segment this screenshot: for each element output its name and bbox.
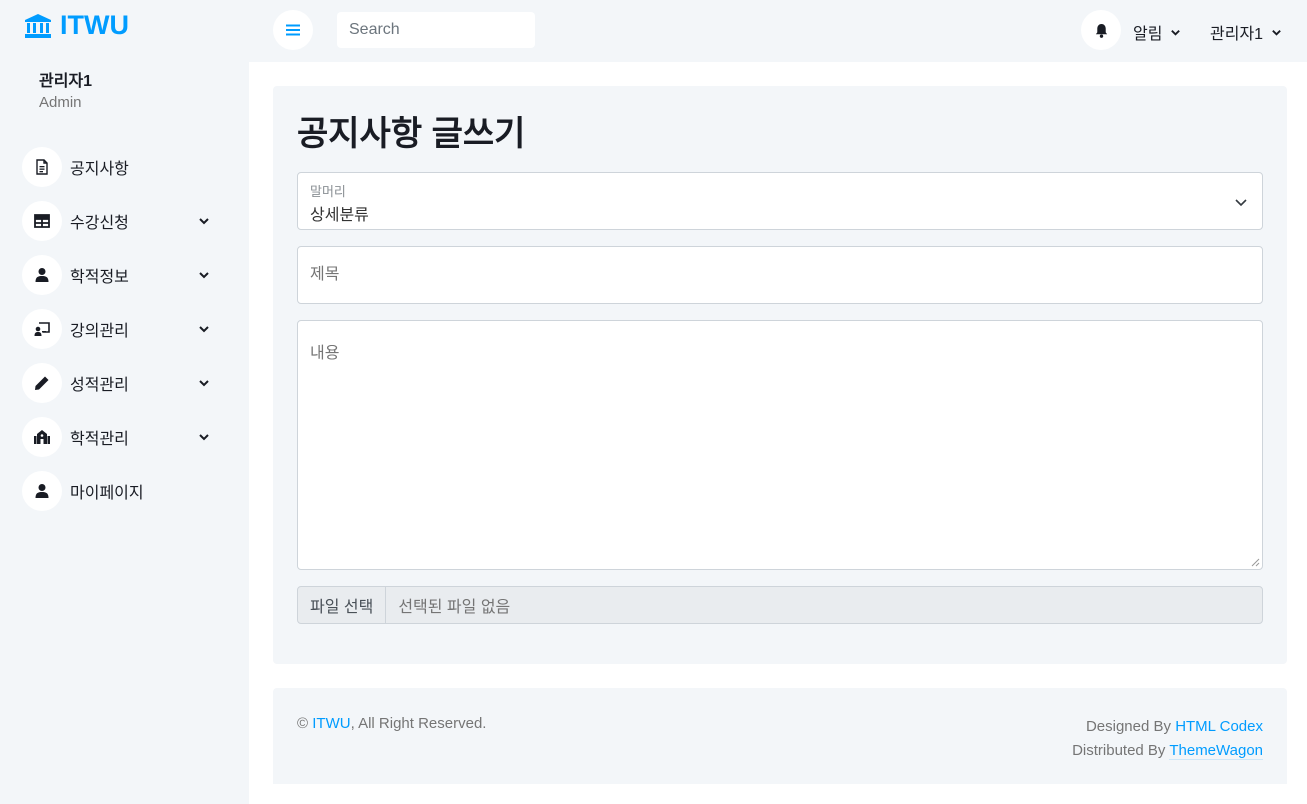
profile-role: Admin	[39, 94, 82, 111]
category-label: 말머리	[310, 184, 346, 199]
chevron-down-icon	[199, 380, 209, 387]
designed-by-label: Designed By	[1085, 718, 1172, 735]
sidebar-item-label: 수강신청	[70, 215, 129, 232]
brand-name: ITWU	[60, 10, 129, 40]
chevron-down-icon	[199, 434, 209, 441]
subject-field	[297, 246, 1263, 304]
sidebar-item-label: 학적관리	[70, 431, 129, 448]
footer-rights: , All Right Reserved.	[350, 715, 487, 732]
top-navbar: 알림 관리자1	[249, 0, 1307, 62]
file-input[interactable]: 파일 선택 선택된 파일 없음	[297, 586, 1263, 624]
notifications-dropdown[interactable]: 알림	[1133, 20, 1181, 44]
user-dropdown[interactable]: 관리자1	[1210, 20, 1282, 44]
notice-write-card: 공지사항 글쓰기 말머리 상세분류 파일 선택 선택된 파일 없음	[273, 86, 1287, 664]
chevron-down-icon	[1171, 29, 1181, 36]
search-input[interactable]	[337, 12, 535, 48]
subject-input[interactable]	[298, 247, 1262, 303]
page-title: 공지사항 글쓰기	[297, 115, 526, 153]
chevron-down-icon	[199, 218, 209, 225]
sidebar-item-label: 학적정보	[70, 269, 129, 286]
footer-brand-link[interactable]: ITWU	[312, 715, 350, 732]
sidebar-nav: 공지사항 수강신청 학적정보 강의관리 성적관리 학적관리 마이페이지	[22, 147, 222, 525]
notification-bell-button[interactable]	[1081, 10, 1121, 50]
footer-credits: Designed By HTML Codex Distributed By Th…	[1072, 715, 1263, 763]
resize-grip-icon[interactable]	[1250, 557, 1260, 567]
distributed-by-label: Distributed By	[1072, 742, 1166, 759]
user-icon	[22, 255, 62, 295]
pencil-icon	[22, 363, 62, 403]
designer-link[interactable]: HTML Codex	[1175, 718, 1263, 735]
menu-icon	[286, 24, 300, 36]
category-value: 상세분류	[310, 207, 369, 224]
sidebar-item-registry-management[interactable]: 학적관리	[22, 417, 222, 457]
footer: © ITWU, All Right Reserved. Designed By …	[273, 688, 1287, 784]
profile-name: 관리자1	[39, 73, 93, 90]
category-select[interactable]: 말머리 상세분류	[297, 172, 1263, 230]
bell-icon	[1095, 23, 1107, 38]
file-status: 선택된 파일 없음	[398, 599, 511, 616]
sidebar-item-my-page[interactable]: 마이페이지	[22, 471, 222, 511]
sidebar-item-grade-management[interactable]: 성적관리	[22, 363, 222, 403]
notifications-label: 알림	[1133, 26, 1163, 43]
sidebar-item-label: 마이페이지	[70, 485, 144, 502]
sidebar-item-enrollment[interactable]: 수강신청	[22, 201, 222, 241]
sidebar: ITWU 관리자1 Admin 공지사항 수강신청 학적정보 강의관리 성적관리…	[0, 0, 249, 804]
chalkboard-teacher-icon	[22, 309, 62, 349]
file-select-button[interactable]: 파일 선택	[298, 587, 387, 623]
table-icon	[22, 201, 62, 241]
chevron-down-icon	[1235, 199, 1247, 207]
sidebar-item-label: 공지사항	[70, 161, 129, 178]
sidebar-item-lecture-management[interactable]: 강의관리	[22, 309, 222, 349]
sidebar-item-label: 강의관리	[70, 323, 129, 340]
copyright-symbol: ©	[297, 715, 309, 732]
sidebar-toggle-button[interactable]	[273, 10, 313, 50]
chevron-down-icon	[199, 272, 209, 279]
user-icon	[22, 471, 62, 511]
sidebar-item-label: 성적관리	[70, 377, 129, 394]
university-icon	[25, 13, 51, 38]
school-icon	[22, 417, 62, 457]
chevron-down-icon	[1272, 29, 1281, 36]
sidebar-item-notice[interactable]: 공지사항	[22, 147, 222, 187]
file-icon	[22, 147, 62, 187]
content-textarea[interactable]	[298, 321, 1262, 569]
footer-copyright: © ITWU, All Right Reserved.	[297, 715, 486, 732]
chevron-down-icon	[199, 326, 209, 333]
user-profile: 관리자1 Admin	[39, 72, 92, 114]
brand-logo[interactable]: ITWU	[24, 10, 129, 41]
content-field	[297, 320, 1263, 570]
distributor-link[interactable]: ThemeWagon	[1169, 742, 1263, 760]
sidebar-item-academic-info[interactable]: 학적정보	[22, 255, 222, 295]
user-dropdown-label: 관리자1	[1210, 26, 1264, 43]
